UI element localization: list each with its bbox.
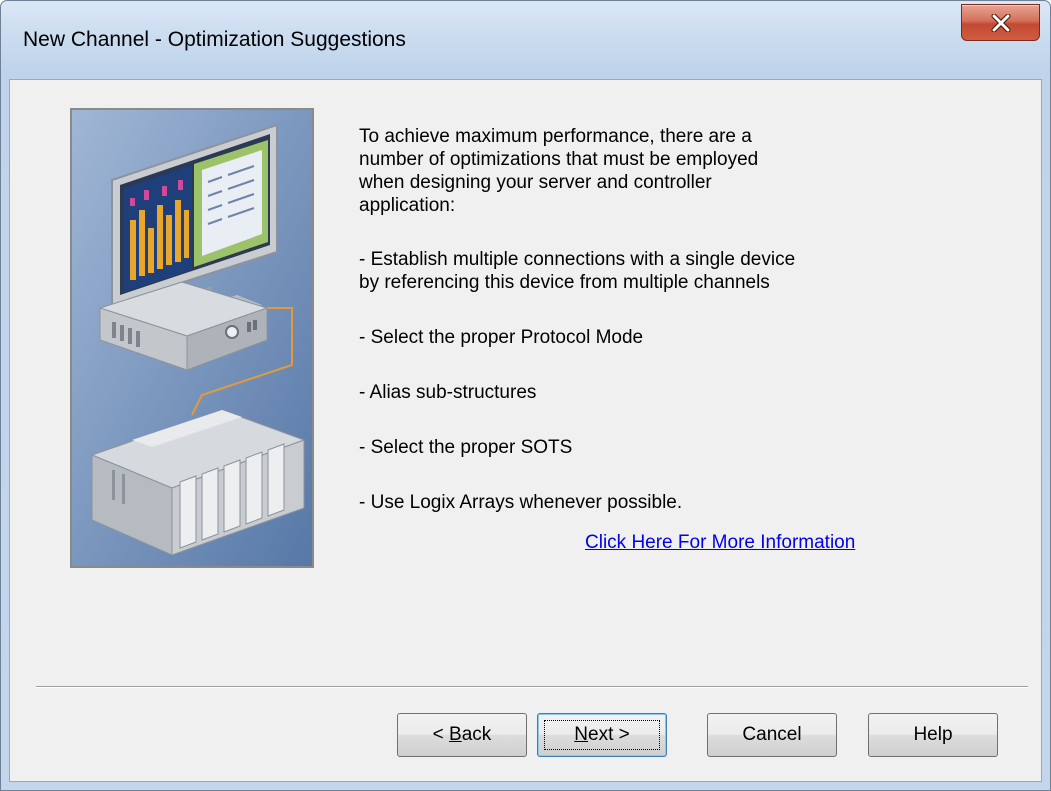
suggestion-item: - Establish multiple connections with a … [359,249,796,293]
more-information-link[interactable]: Click Here For More Information [585,532,855,554]
dialog-client-area: To achieve maximum performance, there ar… [9,79,1042,782]
title-bar[interactable]: New Channel - Optimization Suggestions [1,1,1050,79]
help-button[interactable]: Help [868,713,998,757]
suggestion-item: - Select the proper Protocol Mode [359,327,644,348]
close-x-icon [991,13,1010,32]
suggestion-item: - Select the proper SOTS [359,437,573,458]
suggestion-item: - Use Logix Arrays whenever possible. [359,492,683,513]
back-prefix: < [432,724,450,745]
back-mnemonic: B [449,724,462,745]
back-button-label: < Back [433,724,492,746]
close-button[interactable] [961,4,1040,41]
computer-and-controller-illustration [70,108,314,568]
suggestion-item: - Alias sub-structures [359,382,537,403]
button-separator [36,686,1028,688]
back-rest: ack [461,724,492,745]
intro-paragraph: To achieve maximum performance, there ar… [359,126,759,216]
window-title: New Channel - Optimization Suggestions [23,28,406,51]
cancel-button-label: Cancel [742,724,802,745]
back-button[interactable]: < Back [397,713,527,757]
help-button-label: Help [913,724,953,745]
focus-ring [544,720,660,750]
cancel-button[interactable]: Cancel [707,713,837,757]
next-button[interactable]: Next > [537,713,667,757]
dialog-window: New Channel - Optimization Suggestions T… [0,0,1051,791]
